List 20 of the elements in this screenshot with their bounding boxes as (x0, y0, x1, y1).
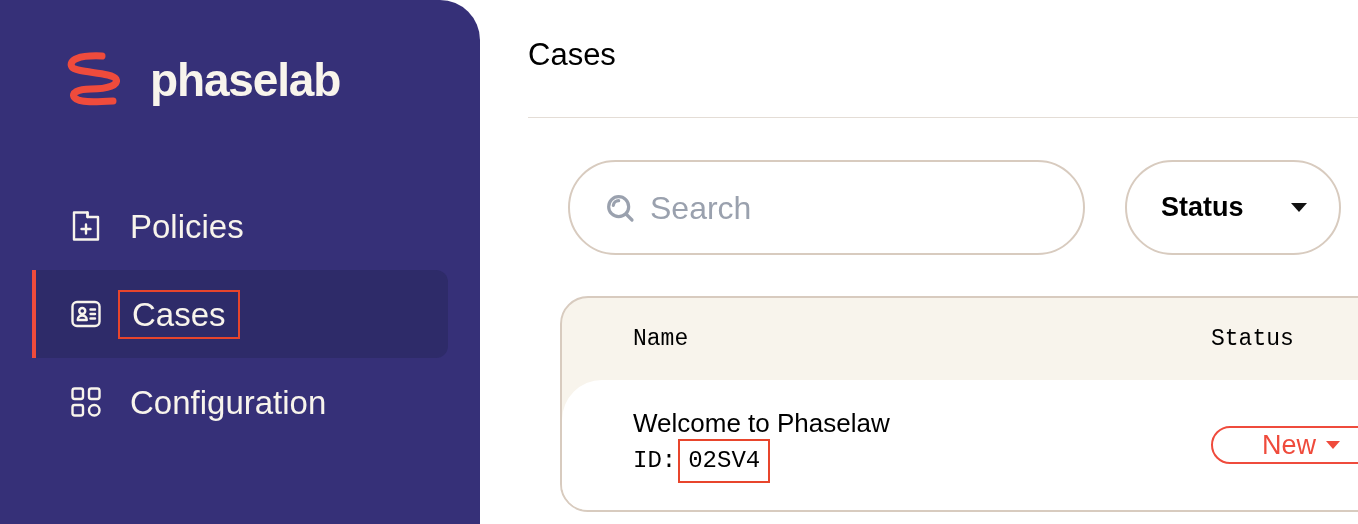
sidebar-item[interactable]: Configuration (32, 358, 448, 446)
column-header: Name (633, 324, 690, 354)
column-header: Status (1211, 324, 1294, 354)
table-row[interactable]: Welcome to Phaselaw ID: 02SV4 New (562, 380, 1358, 510)
search-field[interactable]: Search (568, 160, 1085, 255)
sidebar-label: Policies (130, 209, 244, 243)
caret-icon (1326, 441, 1340, 449)
sidebar-label: Cases (118, 289, 240, 339)
id-label: ID: (633, 446, 677, 477)
sidebar-label: Configuration (130, 385, 327, 419)
status-dropdown[interactable]: Status (1125, 160, 1341, 255)
grid-icon (68, 384, 104, 420)
caret-icon (1291, 202, 1307, 213)
status-pill[interactable]: New (1211, 426, 1358, 464)
case-name: Welcome to Phaselaw (633, 406, 891, 440)
sidebar-item[interactable]: Cases (32, 270, 448, 358)
page-title: Cases (528, 39, 616, 74)
case-id: 02SV4 (678, 439, 771, 484)
sidebar-item[interactable]: Policies (32, 182, 448, 270)
search-input[interactable]: Search (650, 183, 1050, 232)
